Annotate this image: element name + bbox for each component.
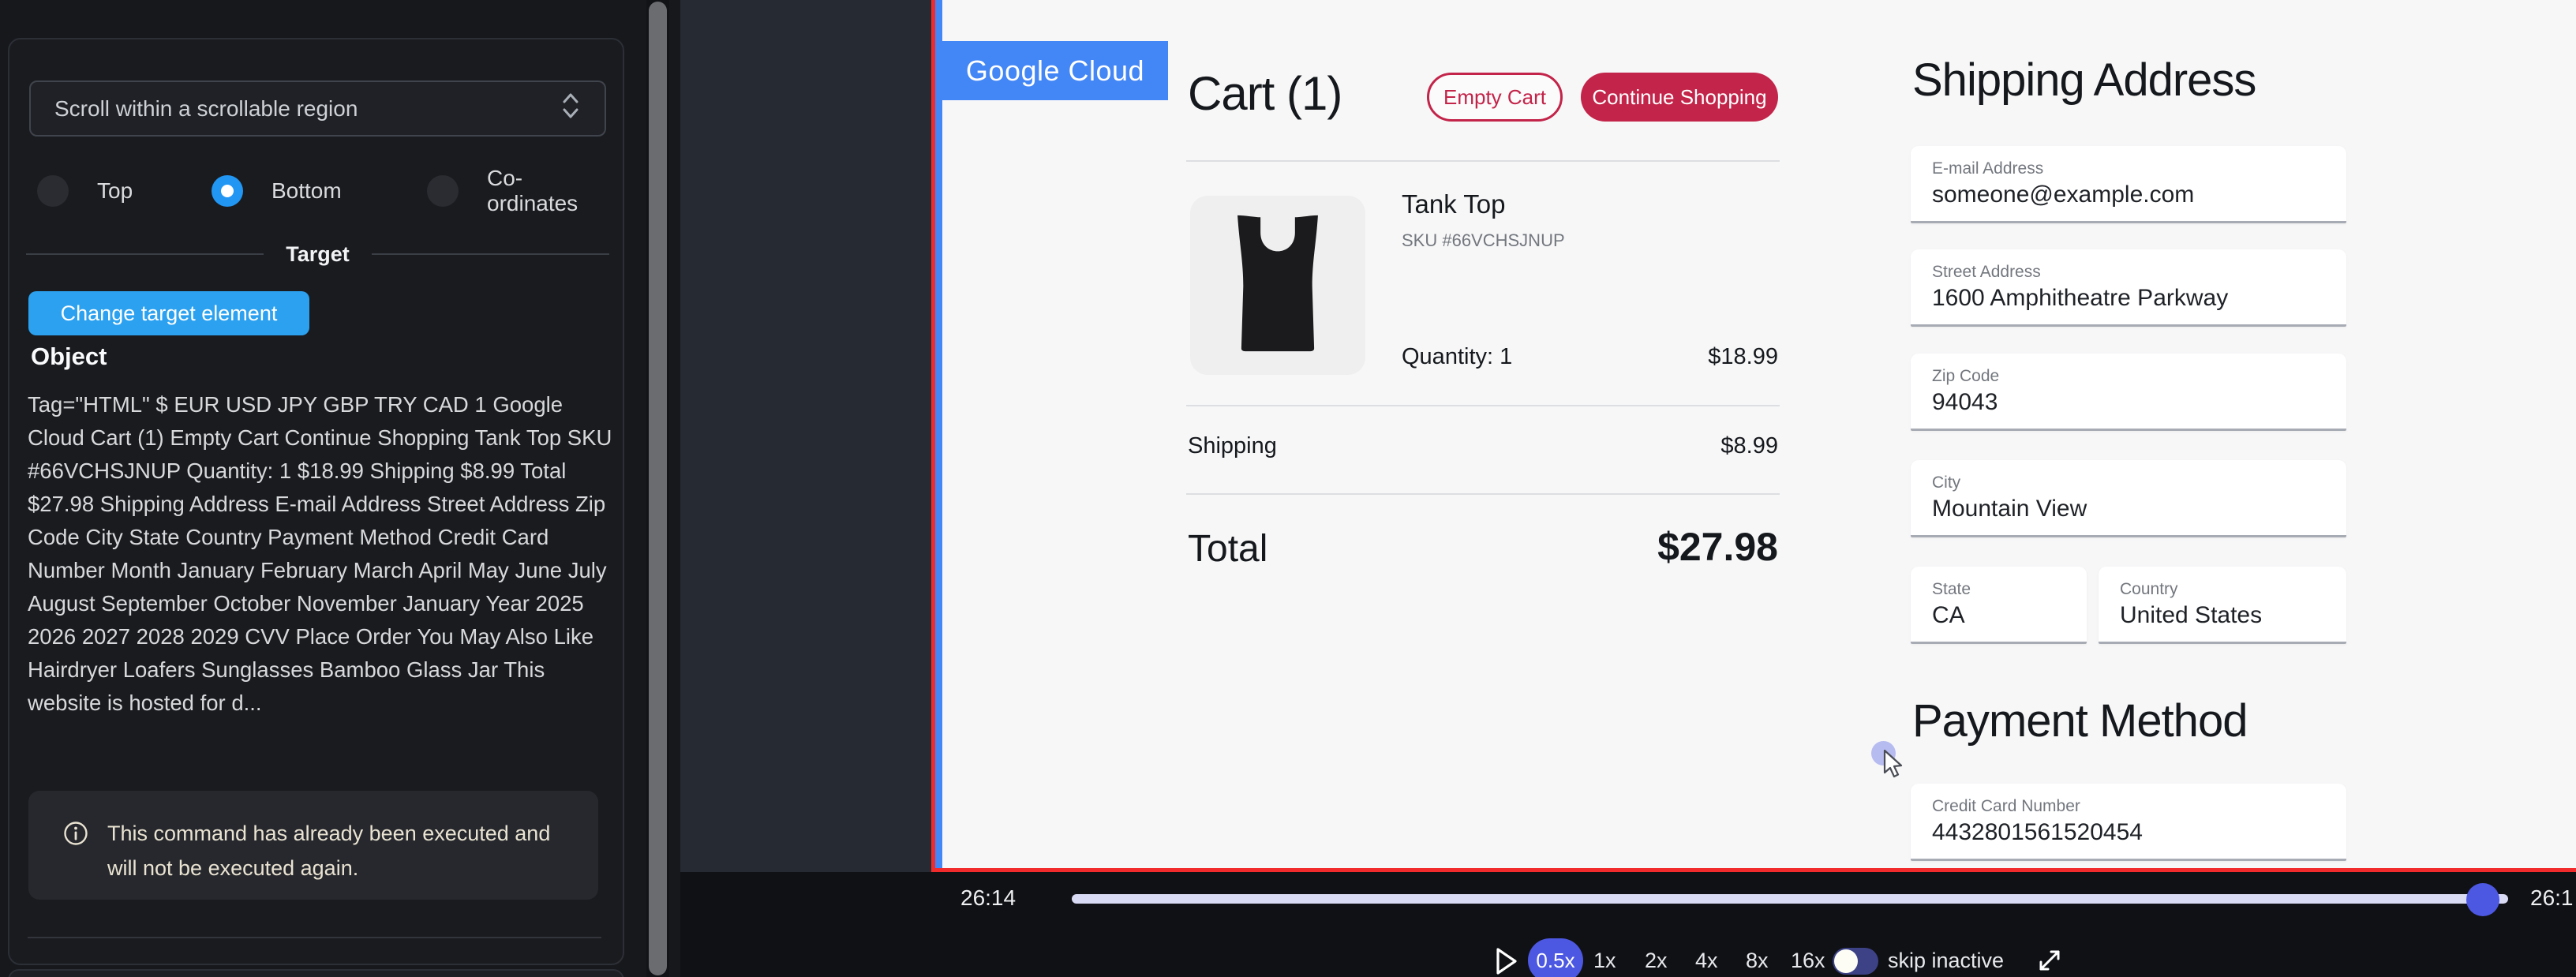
state-field-value: CA [1932, 602, 1965, 629]
city-field[interactable]: City Mountain View [1911, 460, 2346, 537]
radio-top-label: Top [97, 178, 133, 204]
total-price: $27.98 [1541, 524, 1778, 570]
radio-coordinates-label: Co-ordinates [487, 166, 606, 216]
credit-card-field-value: 4432801561520454 [1932, 819, 2143, 846]
radio-top[interactable]: Top [37, 159, 133, 223]
cart-title: Cart (1) [1188, 66, 1342, 121]
divider-line [372, 253, 609, 255]
radio-circle-selected-icon [212, 175, 243, 207]
object-target-text: Tag="HTML" $ EUR USD JPY GBP TRY CAD 1 G… [28, 388, 618, 720]
zip-code-field[interactable]: Zip Code 94043 [1911, 354, 2346, 431]
speed-16x-button[interactable]: 16x [1791, 949, 1825, 973]
site-logo[interactable]: Google Cloud [942, 41, 1168, 100]
radio-circle-icon [37, 175, 69, 207]
street-field-value: 1600 Amphitheatre Parkway [1932, 285, 2228, 312]
target-section-label: Target [286, 242, 350, 267]
skip-inactive-toggle[interactable] [1833, 948, 1878, 975]
zip-field-value: 94043 [1932, 389, 1998, 416]
speed-4x-button[interactable]: 4x [1695, 949, 1718, 973]
command-type-value: Scroll within a scrollable region [54, 96, 358, 122]
credit-card-number-field[interactable]: Credit Card Number 4432801561520454 [1911, 784, 2346, 861]
continue-shopping-button[interactable]: Continue Shopping [1581, 73, 1778, 122]
radio-bottom[interactable]: Bottom [212, 159, 342, 223]
scroll-target-highlight [935, 0, 942, 868]
email-field-value: someone@example.com [1932, 182, 2194, 208]
product-quantity: Quantity: 1 [1402, 344, 1512, 370]
shipping-row-price: $8.99 [1620, 433, 1778, 459]
seek-thumb[interactable] [2466, 883, 2499, 916]
product-name: Tank Top [1402, 189, 1505, 219]
viewport-gutter [680, 0, 931, 872]
email-field[interactable]: E-mail Address someone@example.com [1911, 146, 2346, 223]
mouse-cursor-icon [1883, 750, 1910, 784]
city-field-label: City [1932, 474, 1960, 492]
command-detail-panel: Scroll within a scrollable region Top Bo… [8, 38, 624, 965]
sidebar-divider [28, 937, 601, 938]
radio-bottom-label: Bottom [271, 178, 342, 204]
payment-method-heading: Payment Method [1912, 694, 2247, 747]
credit-card-field-label: Credit Card Number [1932, 797, 2080, 816]
country-field[interactable]: Country United States [2099, 567, 2346, 644]
already-executed-notice: This command has already been executed a… [28, 791, 598, 900]
object-heading: Object [31, 343, 107, 371]
speed-1x-button[interactable]: 1x [1593, 949, 1616, 973]
divider-line [26, 253, 264, 255]
speed-2x-button[interactable]: 2x [1645, 949, 1668, 973]
sidebar-scrollbar-thumb[interactable] [649, 2, 667, 975]
toggle-knob [1834, 949, 1858, 973]
change-target-button[interactable]: Change target element [28, 291, 309, 335]
shipping-row-label: Shipping [1188, 433, 1277, 459]
scroll-position-radio-group: Top Bottom Co-ordinates [29, 159, 606, 223]
current-time: 26:14 [960, 885, 1016, 911]
speed-0.5x-button[interactable]: 0.5x [1528, 938, 1583, 977]
tank-top-image [1219, 211, 1337, 359]
city-field-value: Mountain View [1932, 496, 2087, 522]
total-label: Total [1188, 527, 1267, 571]
shipping-address-heading: Shipping Address [1912, 54, 2256, 107]
product-image [1190, 196, 1365, 375]
notice-text: This command has already been executed a… [107, 816, 573, 885]
sidebar-scrollbar [646, 0, 669, 977]
seek-track[interactable] [1072, 894, 2508, 904]
radio-circle-icon [427, 175, 459, 207]
speed-8x-button[interactable]: 8x [1746, 949, 1769, 973]
street-field-label: Street Address [1932, 263, 2041, 282]
cart-divider [1186, 160, 1780, 162]
state-field[interactable]: State CA [1911, 567, 2087, 644]
zip-field-label: Zip Code [1932, 367, 1999, 386]
info-icon [63, 821, 88, 850]
next-command-panel [8, 969, 624, 977]
skip-inactive-label: skip inactive [1888, 949, 2004, 973]
radio-coordinates[interactable]: Co-ordinates [427, 159, 606, 223]
country-field-value: United States [2120, 602, 2262, 629]
fullscreen-icon[interactable] [2035, 945, 2065, 975]
product-price: $18.99 [1620, 344, 1778, 370]
email-field-label: E-mail Address [1932, 159, 2043, 178]
product-sku: SKU #66VCHSJNUP [1402, 230, 1565, 251]
target-section-divider: Target [26, 237, 609, 271]
cart-divider [1186, 405, 1780, 406]
cart-divider [1186, 493, 1780, 495]
street-address-field[interactable]: Street Address 1600 Amphitheatre Parkway [1911, 249, 2346, 327]
play-button[interactable] [1494, 947, 1519, 975]
command-sidebar: Scroll within a scrollable region Top Bo… [0, 0, 680, 977]
chevron-up-down-icon [560, 90, 581, 127]
app-window: Scroll within a scrollable region Top Bo… [0, 0, 2576, 977]
command-type-select[interactable]: Scroll within a scrollable region [29, 80, 606, 137]
state-field-label: State [1932, 580, 1971, 599]
end-time: 26:1 [2530, 885, 2576, 911]
empty-cart-button[interactable]: Empty Cart [1427, 73, 1563, 122]
country-field-label: Country [2120, 580, 2178, 599]
